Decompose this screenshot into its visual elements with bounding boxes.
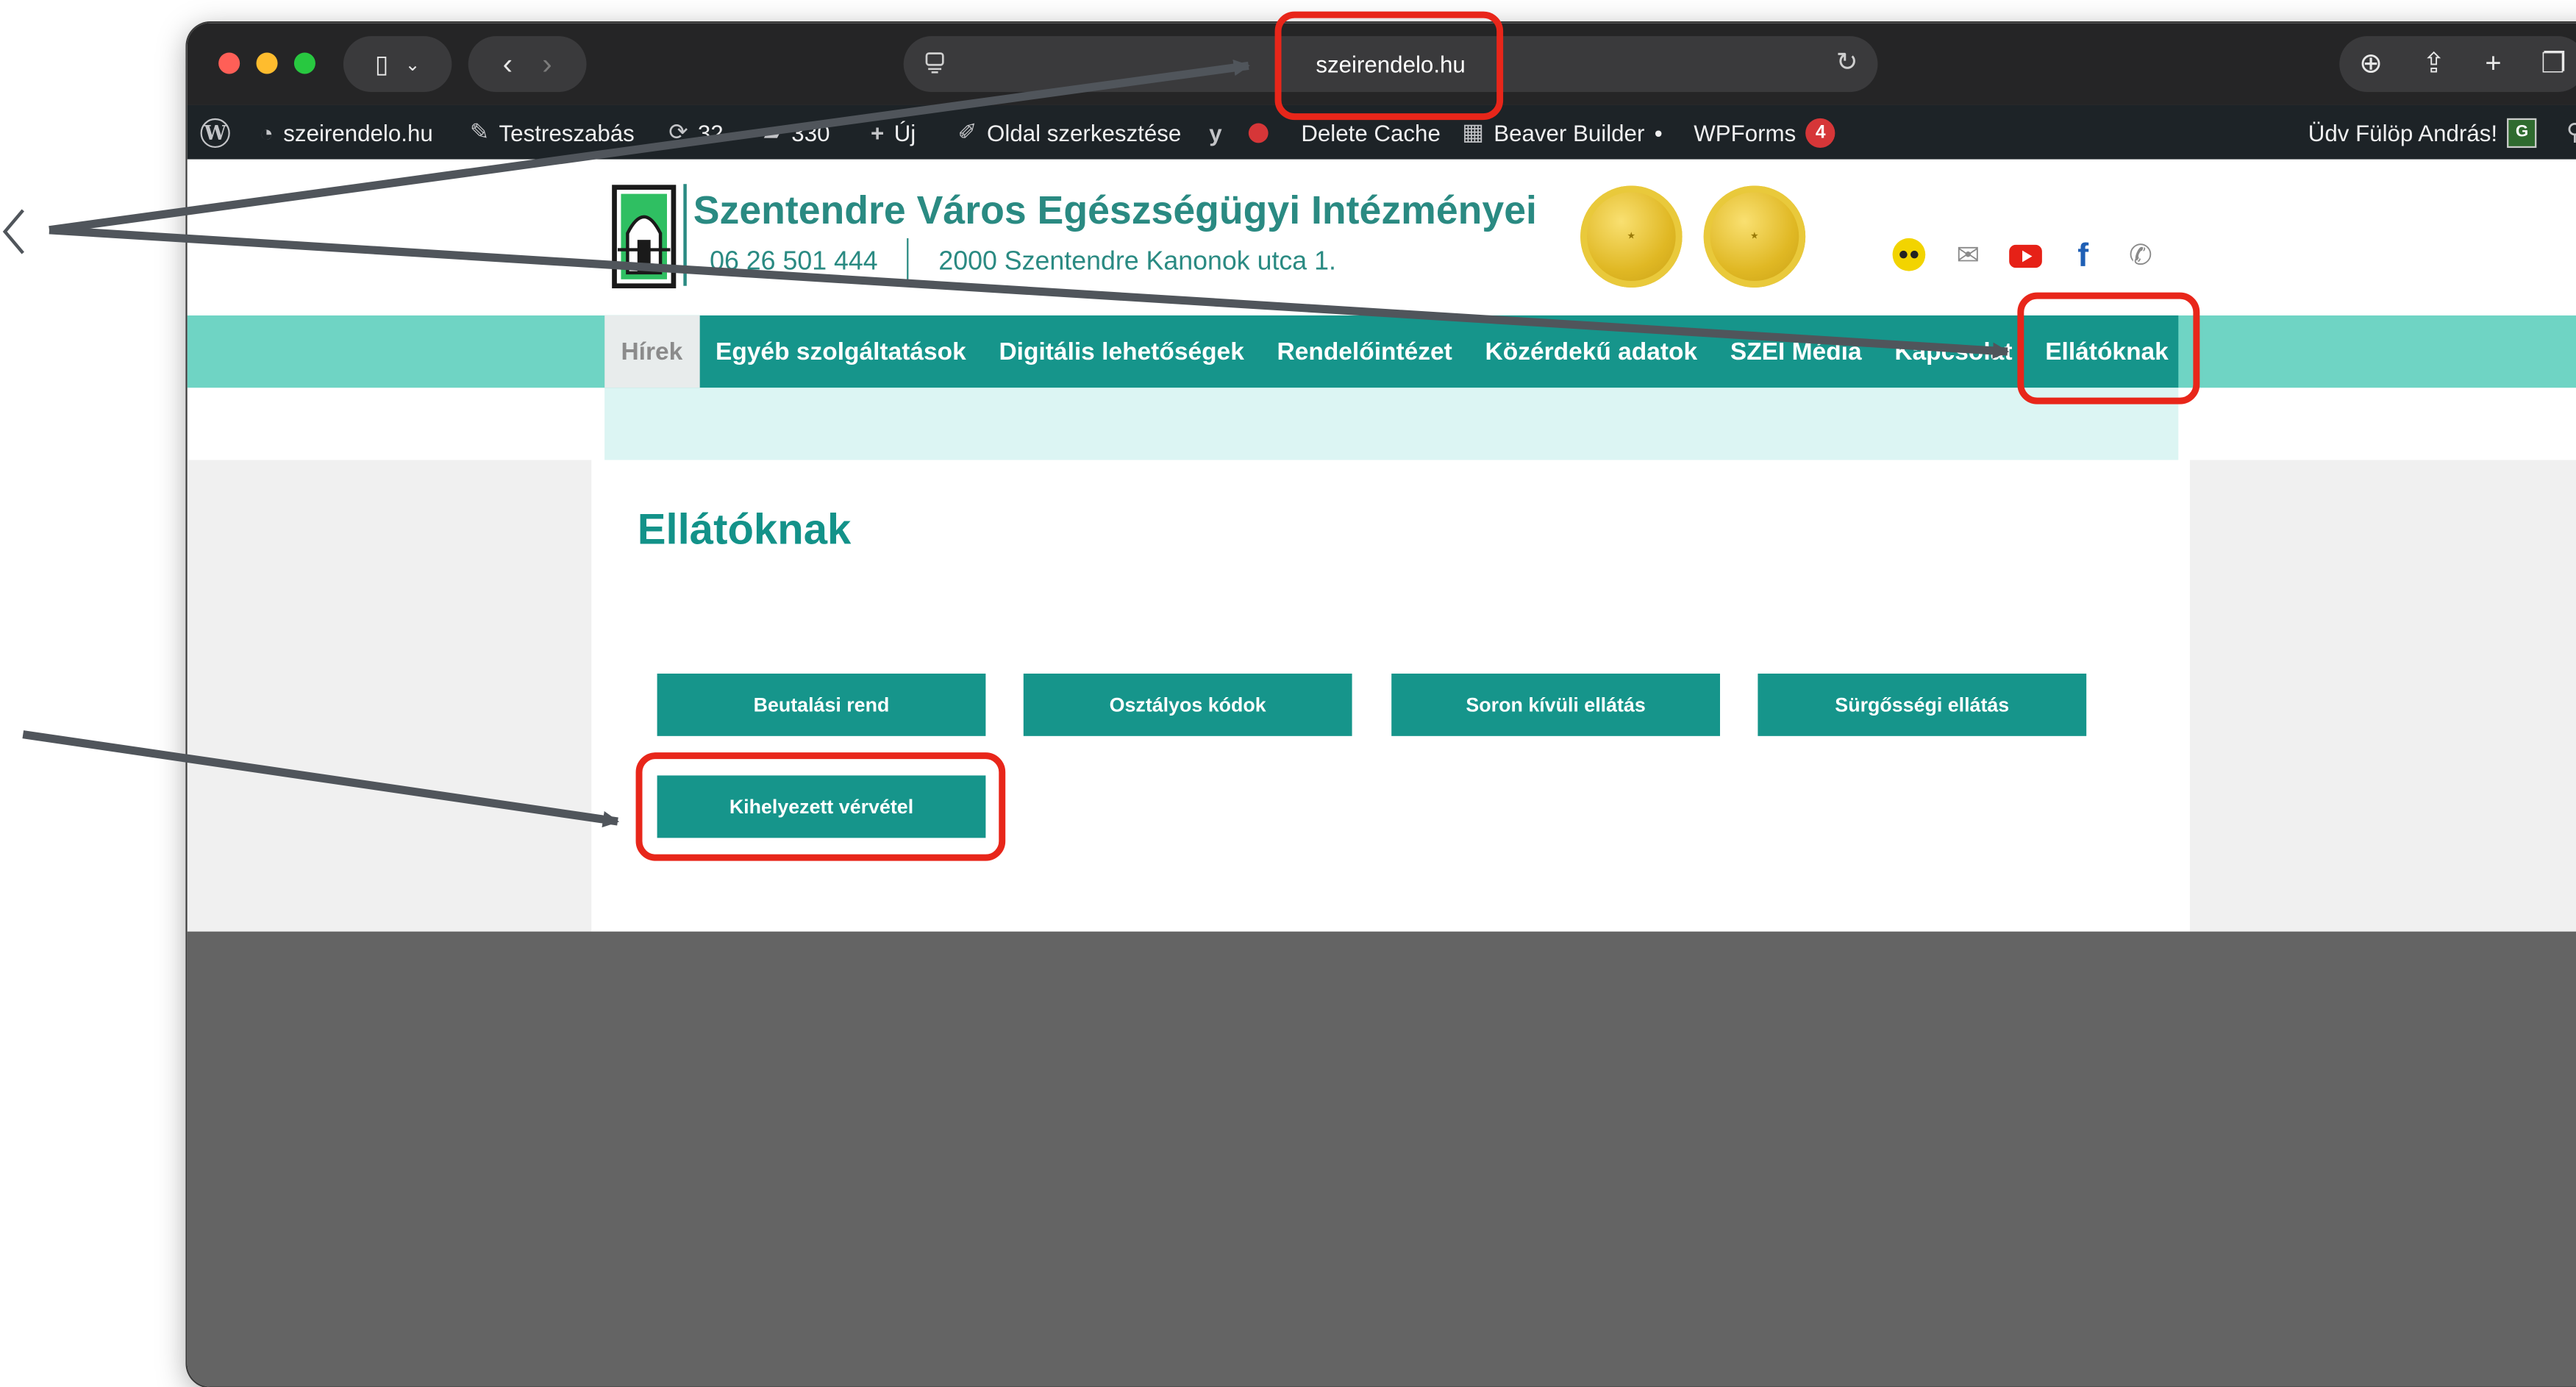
arrow-to-url <box>49 60 1251 235</box>
annotated-screenshot: ▯ ⌄ ‹ › szeirendelo.hu ↻ ⊕ ⇪ + ❐ W ◔ sze… <box>0 0 2576 1387</box>
annotation-arrows <box>2 60 2010 828</box>
arrow-to-nav <box>49 226 2010 359</box>
arrow-to-button <box>22 730 620 828</box>
left-chevron-icon <box>2 209 24 254</box>
